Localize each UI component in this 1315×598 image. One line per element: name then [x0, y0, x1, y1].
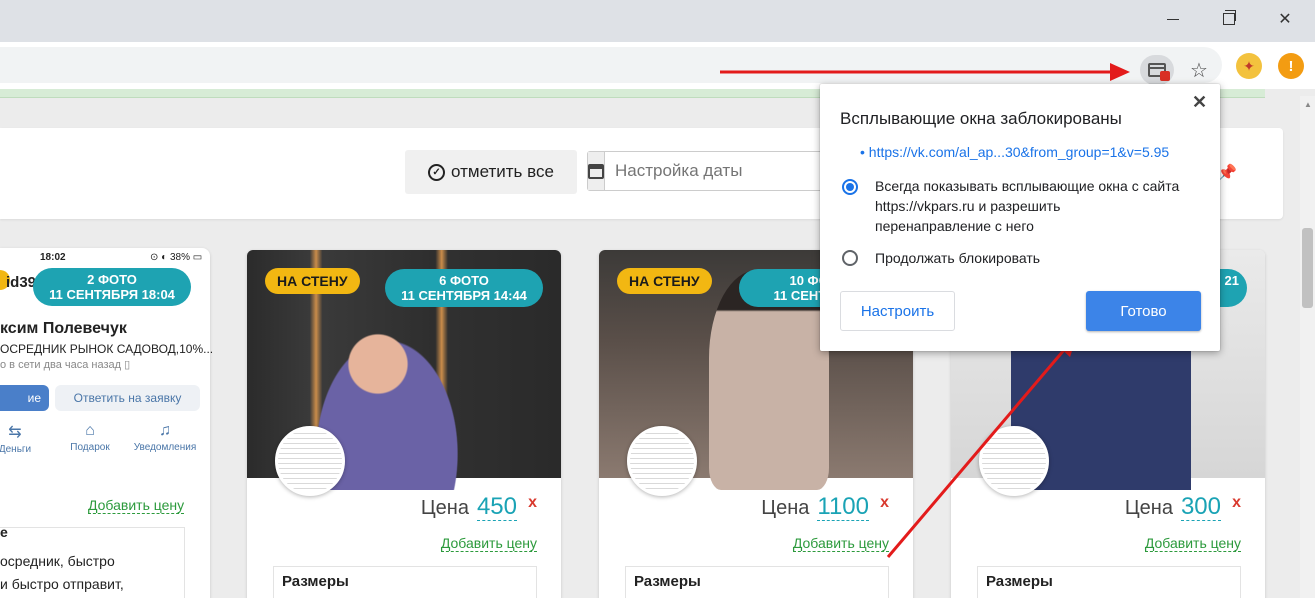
price-value[interactable]: 300 [1180, 494, 1221, 521]
phone-tab-money: ⇆ Деньги [0, 422, 50, 455]
mark-all-label: отметить все [451, 162, 554, 181]
description-thumbnail[interactable] [979, 426, 1049, 496]
popup-title: Всплывающие окна заблокированы [840, 109, 1122, 128]
description-line: осредник, быстро [0, 553, 115, 569]
bell-icon: ♫ [159, 422, 171, 439]
date-input[interactable] [605, 152, 836, 190]
phone-tab-label: Подарок [70, 442, 110, 453]
photo-date: 11 СЕНТЯБРЯ 18:04 [49, 287, 175, 302]
description-thumbnail[interactable] [627, 426, 697, 496]
remove-price-button[interactable]: x [1232, 494, 1241, 512]
add-price-link[interactable]: Добавить цену [1144, 536, 1241, 552]
close-icon[interactable]: ✕ [1192, 92, 1207, 113]
price-row: Цена 450 [421, 494, 517, 521]
phone-tab-gift: ⌂ Подарок [55, 422, 125, 453]
radio-label-line: https://vkpars.ru и разрешить [875, 198, 1061, 214]
price-row: Цена 1100 [761, 494, 869, 521]
add-price-link[interactable]: Добавить цену [792, 536, 889, 552]
photo-count: 6 ФОТО [439, 273, 489, 288]
sizes-title: Размеры [986, 573, 1053, 590]
phone-profile-subtitle: ОСРЕДНИК РЫНОК САДОВОД,10%... [0, 342, 214, 356]
photo-date: 11 СЕНТЯБРЯ 14:44 [401, 288, 527, 303]
phone-tab-label: Уведомления [133, 442, 197, 453]
sizes-box: Размеры [273, 566, 537, 598]
phone-online-status: о в сети два часа назад ▯ [0, 359, 131, 371]
remove-price-button[interactable]: x [880, 494, 889, 512]
address-bar[interactable]: ☆ [0, 47, 1222, 85]
sizes-box: Размеры [625, 566, 889, 598]
bookmark-star-icon[interactable]: ☆ [1182, 55, 1216, 85]
remove-price-button[interactable]: x [528, 494, 537, 512]
sizes-box: Размеры [977, 566, 1241, 598]
done-button[interactable]: Готово [1086, 291, 1201, 331]
manage-button[interactable]: Настроить [840, 291, 955, 331]
radio-label-line: перенаправление с него [875, 218, 1034, 234]
wall-badge[interactable]: НА СТЕНУ [265, 268, 360, 294]
radio-always-allow[interactable] [842, 179, 858, 195]
popup-blocked-icon[interactable] [1140, 55, 1174, 85]
calendar-icon[interactable] [588, 152, 605, 190]
minimize-icon[interactable] [1150, 0, 1196, 38]
price-row: Цена 300 [1125, 494, 1221, 521]
photo-count-badge: 2 ФОТО 11 СЕНТЯБРЯ 18:04 [33, 268, 191, 306]
phone-primary-button: ие [0, 385, 49, 411]
money-icon: ⇆ [8, 424, 22, 441]
scrollbar-thumb[interactable] [1302, 228, 1313, 308]
close-window-icon[interactable]: ✕ [1262, 0, 1308, 38]
gift-icon: ⌂ [85, 422, 95, 439]
price-label: Цена [1124, 497, 1173, 519]
phone-time: 18:02 [40, 252, 66, 263]
sizes-title: Размеры [282, 573, 349, 590]
phone-tab-notifications: ♫ Уведомления [130, 422, 200, 453]
page-scrollbar[interactable] [1300, 96, 1315, 598]
check-circle-icon: ✓ [428, 163, 446, 181]
sizes-title: Размеры [634, 573, 701, 590]
price-value[interactable]: 1100 [817, 494, 869, 521]
popup-blocked-dialog: Всплывающие окна заблокированы ✕ • https… [820, 84, 1220, 351]
photo-count: 2 ФОТО [87, 272, 137, 287]
scroll-up-icon[interactable]: ▲ [1304, 100, 1312, 109]
description-title: е [0, 524, 8, 540]
radio-always-allow-label[interactable]: Всегда показывать всплывающие окна с сай… [875, 176, 1179, 236]
phone-battery: ⊙ ◐ 38% ▭ [150, 252, 203, 263]
mark-all-button[interactable]: ✓ отметить все [405, 150, 577, 194]
phone-user-id: id39 [6, 274, 37, 291]
add-price-link[interactable]: Добавить цену [440, 536, 537, 552]
browser-toolbar: ☆ [0, 42, 1315, 89]
price-label: Цена [420, 497, 469, 519]
radio-label-line: Всегда показывать всплывающие окна с сай… [875, 178, 1180, 194]
alert-extension-icon[interactable]: ! [1278, 53, 1304, 79]
wall-badge[interactable]: НА СТЕНУ [617, 268, 712, 294]
extension-icon[interactable]: ✦ [1236, 53, 1262, 79]
description-line: и быстро отправит, [0, 576, 124, 592]
photo-count-badge: 6 ФОТО 11 СЕНТЯБРЯ 14:44 [385, 269, 543, 307]
radio-keep-blocking-label[interactable]: Продолжать блокировать [875, 248, 1040, 268]
phone-reply-button: Ответить на заявку [55, 385, 200, 411]
price-label: Цена [761, 497, 810, 519]
phone-profile-name: ксим Полевечук [0, 320, 127, 337]
phone-tab-label: Деньги [0, 444, 32, 455]
maximize-icon[interactable] [1206, 0, 1252, 38]
date-filter [587, 151, 836, 191]
price-value[interactable]: 450 [476, 494, 517, 521]
browser-titlebar: ✕ [0, 0, 1315, 42]
add-price-link[interactable]: Добавить цену [88, 498, 185, 514]
description-thumbnail[interactable] [275, 426, 345, 496]
product-card[interactable]: НА СТЕНУ 6 ФОТО 11 СЕНТЯБРЯ 14:44 Цена 4… [247, 250, 561, 598]
radio-keep-blocking[interactable] [842, 250, 858, 266]
blocked-popup-link[interactable]: • https://vk.com/al_ap...30&from_group=1… [860, 144, 1169, 160]
